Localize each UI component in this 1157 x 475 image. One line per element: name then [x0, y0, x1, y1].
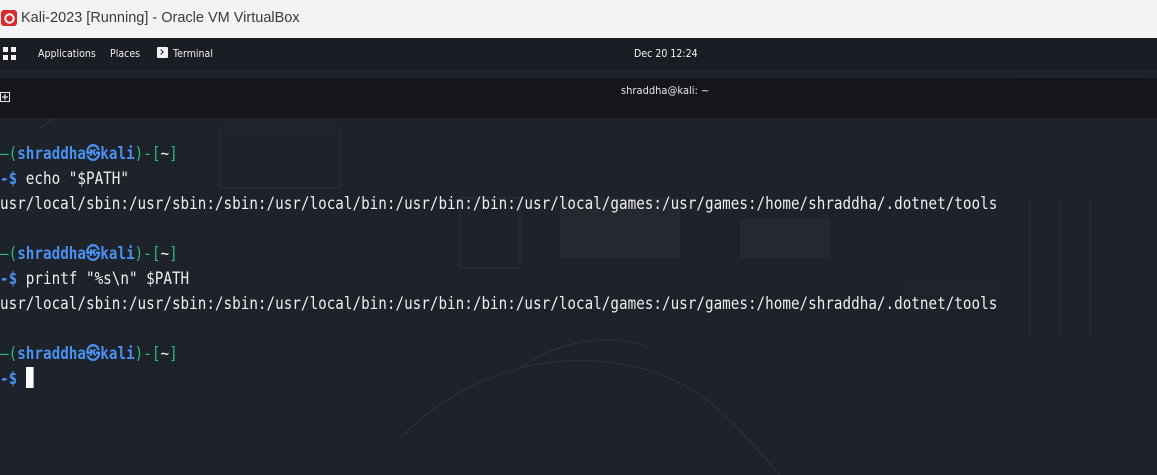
virtualbox-icon [1, 10, 17, 26]
prompt-dir-end: ] [169, 144, 178, 164]
prompt-dir: ~ [160, 344, 170, 364]
prompt-bracket-close: )-[ [134, 144, 161, 164]
window-title: Kali-2023 [Running] - Oracle VM VirtualB… [21, 10, 300, 26]
prompt-line: —(shraddha㉿kali)-[~] [0, 242, 178, 267]
prompt-at-symbol: ㉿ [85, 244, 101, 264]
prompt-bracket-open: —( [0, 244, 18, 264]
prompt-line: —(shraddha㉿kali)-[~] [0, 342, 178, 367]
terminal-icon[interactable] [157, 47, 168, 58]
prompt-bracket-close: )-[ [134, 344, 161, 364]
command-text: printf "%s\n" $PATH [25, 269, 190, 289]
new-tab-icon[interactable] [0, 92, 10, 102]
prompt-line: —(shraddha㉿kali)-[~] [0, 142, 178, 167]
prompt-dollar: -$ [0, 169, 26, 189]
clock[interactable]: Dec 20 12:24 [634, 47, 698, 60]
text-cursor [25, 367, 34, 388]
prompt-dir-end: ] [169, 344, 178, 364]
prompt-bracket-close: )-[ [134, 244, 161, 264]
terminal-header: shraddha@kali: ~ [0, 78, 1157, 118]
app-grid-icon[interactable] [3, 47, 16, 60]
prompt-bracket-open: —( [0, 144, 18, 164]
prompt-at-symbol: ㉿ [85, 344, 101, 364]
prompt-dir: ~ [160, 144, 170, 164]
prompt-host: kali [100, 144, 135, 164]
applications-menu[interactable]: Applications [38, 47, 96, 60]
prompt-at-symbol: ㉿ [85, 144, 101, 164]
command-text: echo "$PATH" [25, 169, 129, 189]
places-menu[interactable]: Places [110, 47, 140, 60]
prompt-bracket-open: —( [0, 344, 18, 364]
prompt-dir-end: ] [169, 244, 178, 264]
command-output: usr/local/sbin:/usr/sbin:/sbin:/usr/loca… [0, 194, 998, 214]
prompt-dollar: -$ [0, 369, 26, 389]
prompt-host: kali [100, 344, 135, 364]
prompt-dollar: -$ [0, 269, 26, 289]
command-output: usr/local/sbin:/usr/sbin:/sbin:/usr/loca… [0, 294, 998, 314]
command-line: -$ printf "%s\n" $PATH [0, 267, 189, 292]
prompt-user: shraddha [17, 344, 86, 364]
terminal-output[interactable]: —(shraddha㉿kali)-[~] -$ echo "$PATH" usr… [0, 118, 1157, 475]
prompt-host: kali [100, 244, 135, 264]
vm-display[interactable]: Applications Places Terminal Dec 20 12:2… [0, 38, 1157, 475]
input-line[interactable]: -$ [0, 367, 34, 392]
prompt-user: shraddha [17, 144, 86, 164]
top-panel: Applications Places Terminal Dec 20 12:2… [0, 38, 1157, 69]
command-line: -$ echo "$PATH" [0, 167, 129, 192]
terminal-title: shraddha@kali: ~ [621, 84, 710, 97]
prompt-dir: ~ [160, 244, 170, 264]
terminal-menu[interactable]: Terminal [173, 47, 213, 60]
prompt-user: shraddha [17, 244, 86, 264]
window-titlebar: Kali-2023 [Running] - Oracle VM VirtualB… [0, 0, 1157, 39]
